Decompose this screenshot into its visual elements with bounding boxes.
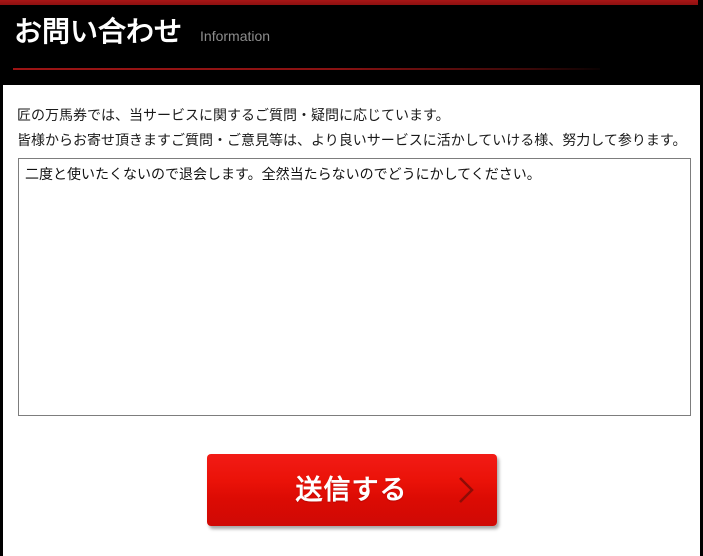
submit-row: 送信する	[3, 454, 700, 526]
submit-button[interactable]: 送信する	[206, 454, 497, 526]
intro-line-1: 匠の万馬券では、当サービスに関するご質問・疑問に応じています。	[17, 107, 450, 123]
intro-text: 匠の万馬券では、当サービスに関するご質問・疑問に応じています。 皆様からお寄せ頂…	[3, 85, 700, 153]
page-header: お問い合わせ Information	[0, 0, 703, 85]
page-subtitle: Information	[200, 28, 271, 44]
chevron-right-icon	[458, 477, 474, 503]
page-content: 匠の万馬券では、当サービスに関するご質問・疑問に応じています。 皆様からお寄せ頂…	[3, 85, 700, 526]
header-divider	[13, 68, 600, 70]
intro-line-2: 皆様からお寄せ頂きますご質問・ご意見等は、より良いサービスに活かしていける様、努…	[17, 132, 687, 148]
header-title-row: お問い合わせ Information	[14, 16, 270, 48]
header-accent-bar	[0, 0, 698, 5]
message-textarea[interactable]	[18, 158, 691, 416]
submit-button-label: 送信する	[295, 474, 408, 505]
contact-page: お問い合わせ Information 匠の万馬券では、当サービスに関するご質問・…	[0, 0, 703, 556]
page-title: お問い合わせ	[14, 16, 183, 47]
